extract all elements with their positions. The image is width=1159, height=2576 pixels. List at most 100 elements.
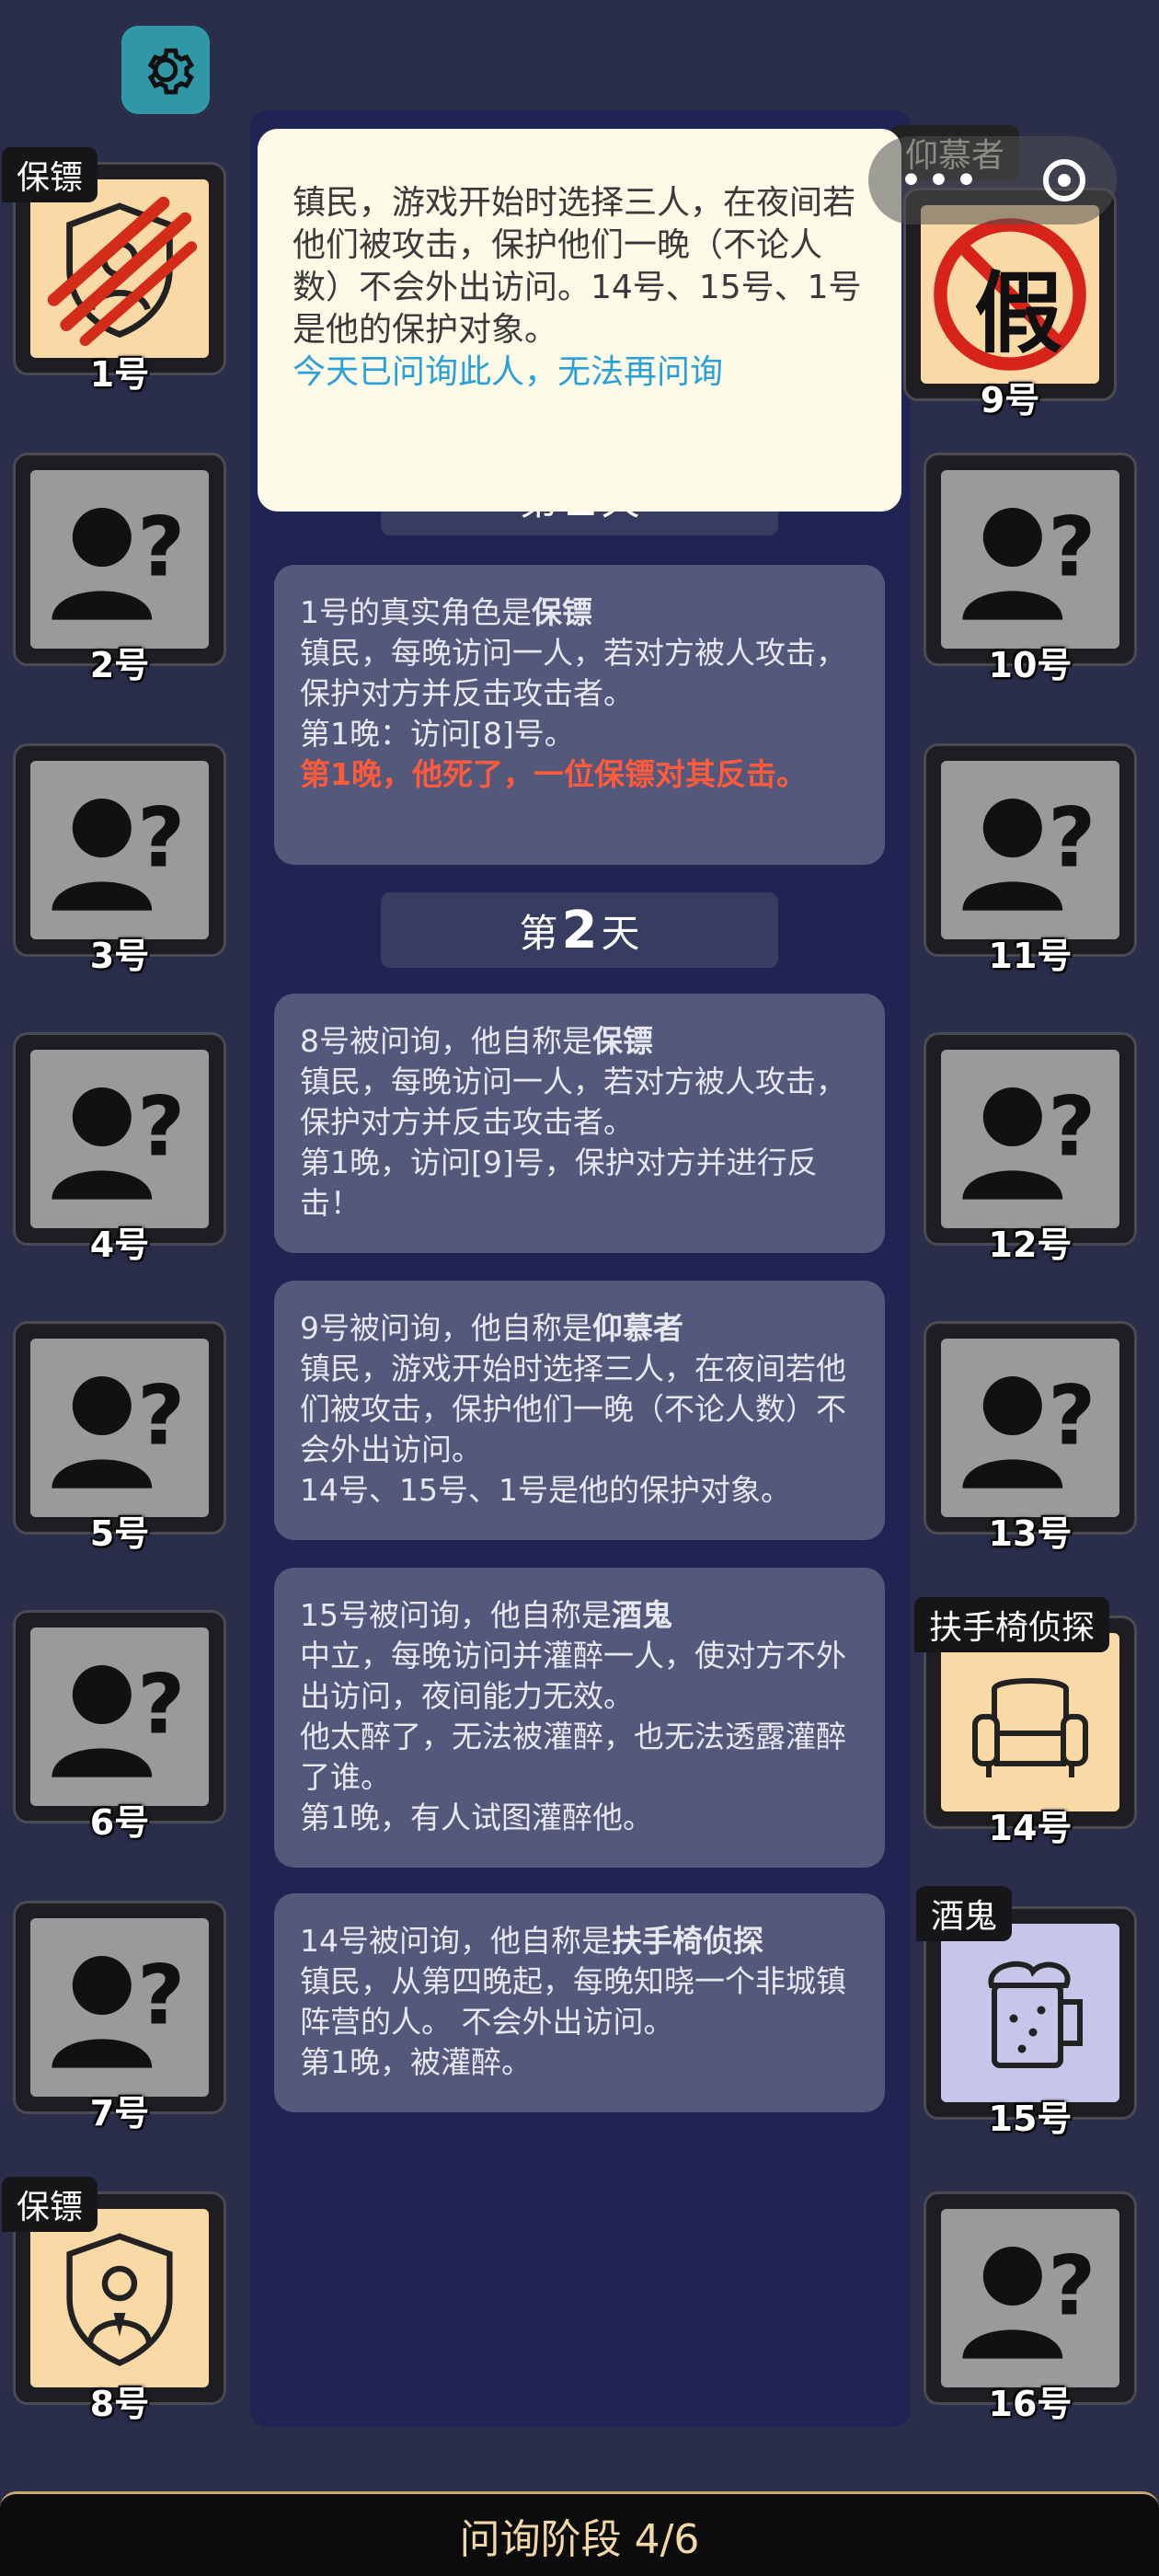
player-slot-7[interactable]: ? 7号 [13,1901,226,2133]
unknown-player-icon: ? [941,1050,1119,1228]
user-question-icon: ? [52,1949,185,2068]
log-death-notice: 第1晚，他死了，一位保镖对其反击。 [300,756,807,792]
svg-text:?: ? [1048,2239,1096,2335]
day-number: 2 [561,900,598,960]
player-number: 5号 [89,1513,150,1554]
player-number: 16号 [988,2384,1073,2424]
log-line: 他太醉了，无法被灌醉，也无法透露灌醉了谁。 [300,1719,846,1795]
log-prefix: 14号被问询，他自称是 [300,1923,612,1959]
close-miniprogram-icon[interactable] [1043,159,1086,201]
log-line: 第1晚：访问[8]号。 [300,716,575,752]
gear-icon [147,48,194,95]
unknown-player-icon: ? [30,1627,209,1806]
bodyguard-shield-icon [66,2233,173,2366]
log-line: 14号、15号、1号是他的保护对象。 [300,1472,791,1508]
shield-claw-icon [47,196,198,347]
settings-button[interactable] [121,26,210,114]
role-tag: 保镖 [2,147,98,202]
log-body: 镇民，每晚访问一人，若对方被人攻击，保护对方并反击攻击者。 [300,635,846,711]
svg-text:?: ? [1048,791,1096,887]
log-entry-2: 8号被问询，他自称是保镖 镇民，每晚访问一人，若对方被人攻击，保护对方并反击攻击… [274,994,885,1253]
role-tag: 扶手椅侦探 [914,1597,1110,1652]
log-line: 第1晚，有人试图灌醉他。 [300,1800,653,1835]
day-suffix: 天 [601,910,640,956]
user-question-icon: ? [962,2239,1096,2359]
popup-notice: 今天已问询此人，无法再问询 [293,353,724,391]
unknown-player-icon: ? [30,1339,209,1517]
unknown-player-icon: ? [941,1339,1119,1517]
log-entry-5: 14号被问询，他自称是扶手椅侦探 镇民，从第四晚起，每晚知晓一个非城镇阵营的人。… [274,1893,885,2112]
role-info-popup[interactable]: 镇民，游戏开始时选择三人，在夜间若他们被攻击，保护他们一晚（不论人数）不会外出访… [258,129,901,512]
day-header-2: 第2天 [381,892,778,968]
user-question-icon: ? [52,500,185,620]
log-entry-4: 15号被问询，他自称是酒鬼 中立，每晚访问并灌醉一人，使对方不外出访问，夜间能力… [274,1568,885,1868]
unknown-player-icon: ? [941,2209,1119,2387]
log-body: 镇民，每晚访问一人，若对方被人攻击，保护对方并反击攻击者。 [300,1064,846,1140]
svg-text:?: ? [137,1949,185,2044]
player-number: 12号 [988,1225,1073,1265]
player-slot-16[interactable]: ? 16号 [924,2191,1137,2424]
player-number: 14号 [988,1808,1073,1848]
unknown-player-icon: ? [941,470,1119,649]
svg-text:?: ? [137,500,185,596]
user-question-icon: ? [962,1369,1096,1489]
player-number: 8号 [89,2384,150,2424]
player-slot-3[interactable]: ? 3号 [13,743,226,976]
player-portrait [941,1924,1119,2102]
user-question-icon: ? [52,791,185,911]
svg-text:?: ? [137,791,185,887]
day-prefix: 第 [519,910,558,956]
log-role: 扶手椅侦探 [612,1923,763,1959]
popup-description: 镇民，游戏开始时选择三人，在夜间若他们被攻击，保护他们一晚（不论人数）不会外出访… [293,184,862,349]
player-number: 10号 [988,645,1073,685]
player-slot-12[interactable]: ? 12号 [924,1032,1137,1265]
player-number: 1号 [89,354,150,395]
user-question-icon: ? [962,500,1096,620]
log-prefix: 9号被问询，他自称是 [300,1310,592,1346]
player-number: 6号 [89,1802,150,1843]
player-slot-10[interactable]: ? 10号 [924,453,1137,685]
player-number: 9号 [980,380,1040,420]
player-number: 2号 [89,645,150,685]
phase-label: 问询阶段 4/6 [459,2515,700,2563]
unknown-player-icon: ? [30,1918,209,2097]
svg-text:?: ? [137,1369,185,1465]
player-slot-4[interactable]: ? 4号 [13,1032,226,1265]
log-body: 镇民，游戏开始时选择三人，在夜间若他们被攻击，保护他们一晚（不论人数）不会外出访… [300,1351,846,1467]
user-question-icon: ? [52,1369,185,1489]
player-slot-6[interactable]: ? 6号 [13,1610,226,1843]
more-menu-icon[interactable]: ••• [900,157,982,204]
log-prefix: 1号的真实角色是 [300,594,532,630]
player-slot-2[interactable]: ? 2号 [13,453,226,685]
unknown-player-icon: ? [30,1050,209,1228]
player-slot-13[interactable]: ? 13号 [924,1321,1137,1554]
svg-text:?: ? [1048,500,1096,596]
role-tag: 酒鬼 [916,1886,1013,1941]
log-body: 镇民，从第四晚起，每晚知晓一个非城镇阵营的人。 不会外出访问。 [300,1963,846,2040]
log-entry-3: 9号被问询，他自称是仰慕者 镇民，游戏开始时选择三人，在夜间若他们被攻击，保护他… [274,1281,885,1540]
log-line: 第1晚，访问[9]号，保护对方并进行反击！ [300,1144,818,1221]
player-slot-5[interactable]: ? 5号 [13,1321,226,1554]
armchair-icon [972,1678,1088,1777]
user-question-icon: ? [962,791,1096,911]
svg-text:?: ? [1048,1369,1096,1465]
player-number: 4号 [89,1225,150,1265]
svg-text:?: ? [137,1658,185,1754]
log-prefix: 15号被问询，他自称是 [300,1597,612,1633]
unknown-player-icon: ? [30,470,209,649]
player-slot-11[interactable]: ? 11号 [924,743,1137,976]
log-entry-1: 1号的真实角色是保镖 镇民，每晚访问一人，若对方被人攻击，保护对方并反击攻击者。… [274,565,885,865]
miniprogram-capsule: ••• [868,136,1117,224]
user-question-icon: ? [962,1080,1096,1200]
unknown-player-icon: ? [941,761,1119,939]
svg-text:?: ? [1048,1080,1096,1176]
player-number: 3号 [89,936,150,976]
log-prefix: 8号被问询，他自称是 [300,1023,592,1059]
player-portrait [30,2209,209,2387]
log-role: 酒鬼 [612,1597,672,1633]
role-tag: 保镖 [2,2177,98,2232]
player-portrait [941,1633,1119,1811]
player-portrait: 假 [921,205,1099,384]
log-role: 保镖 [532,594,592,630]
user-question-icon: ? [52,1658,185,1777]
